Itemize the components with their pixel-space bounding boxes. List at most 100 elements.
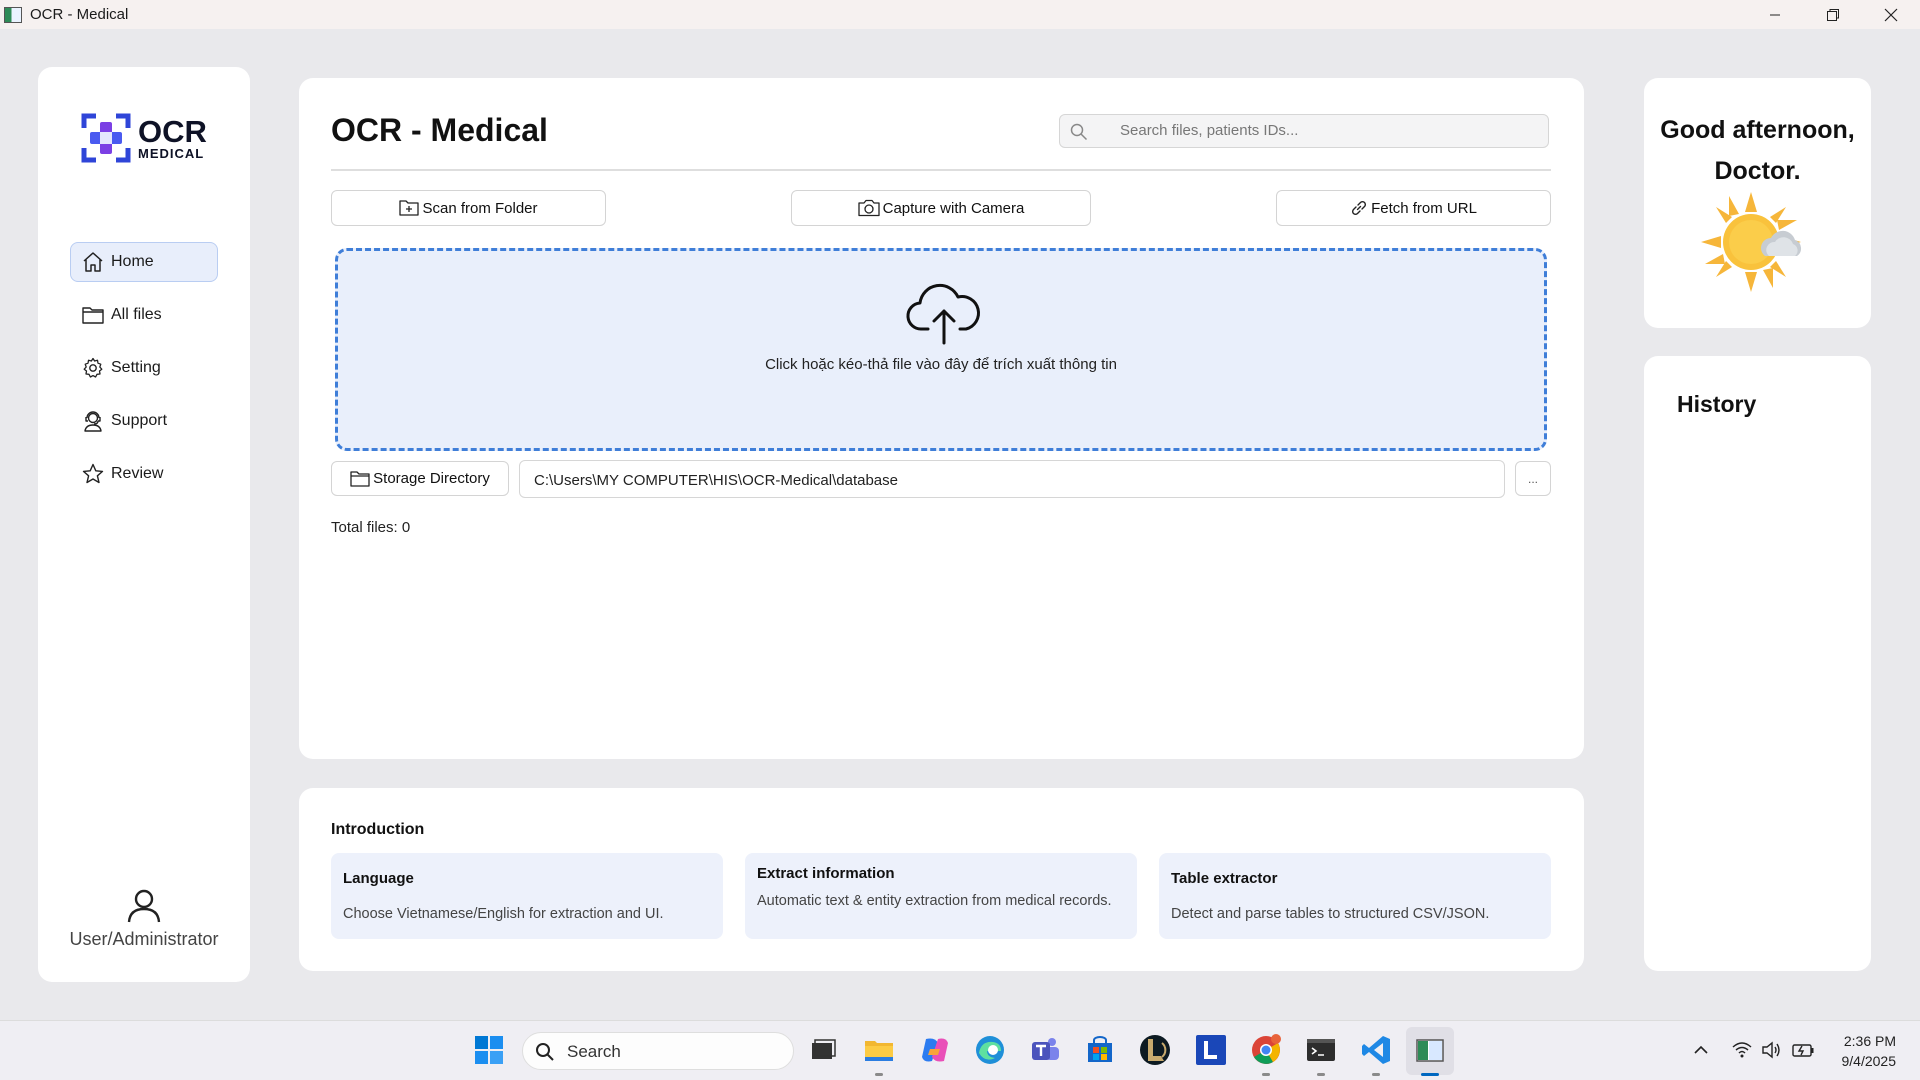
l-app-icon[interactable] <box>1194 1033 1228 1067</box>
window-titlebar: OCR - Medical <box>0 0 1920 29</box>
user-icon <box>127 889 161 923</box>
browse-button[interactable]: ... <box>1515 461 1551 496</box>
taskbar: Search 2:36 PM 9/4/2025 <box>0 1020 1920 1080</box>
total-files-text: Total files: 0 <box>331 519 411 536</box>
windows-start-icon[interactable] <box>472 1033 506 1067</box>
file-explorer-icon[interactable] <box>862 1033 896 1067</box>
restore-icon <box>1827 8 1839 21</box>
microsoft-store-icon[interactable] <box>1083 1033 1117 1067</box>
copilot-icon[interactable] <box>918 1033 952 1067</box>
taskbar-search-label: Search <box>567 1042 621 1061</box>
task-view-icon[interactable] <box>806 1033 840 1067</box>
sidebar-item-review[interactable]: Review <box>70 454 218 494</box>
sidebar-item-all-files[interactable]: All files <box>70 295 218 335</box>
scan-from-folder-button[interactable]: Scan from Folder <box>331 190 606 226</box>
vscode-icon[interactable] <box>1359 1033 1393 1067</box>
storage-directory-button[interactable]: Storage Directory <box>331 461 509 496</box>
greeting-line-2: Doctor. <box>1714 157 1801 185</box>
volume-icon[interactable] <box>1761 1039 1783 1061</box>
terminal-icon[interactable] <box>1304 1033 1338 1067</box>
sidebar-nav: Home All files Setting Support Review <box>70 242 218 507</box>
vscode-running-indicator <box>1372 1073 1380 1076</box>
sidebar-item-home[interactable]: Home <box>70 242 218 282</box>
logo-mark-icon <box>80 112 132 164</box>
gear-icon <box>83 357 103 378</box>
ocr-medical-app-icon[interactable] <box>1413 1033 1447 1067</box>
file-dropzone[interactable]: Click hoặc kéo-thả file vào đây để trích… <box>335 248 1547 451</box>
capture-with-camera-label: Capture with Camera <box>882 199 1025 217</box>
sidebar: OCR MEDICAL Home All files Setting Suppo… <box>38 67 250 982</box>
feature-description: Detect and parse tables to structured CS… <box>1171 906 1490 922</box>
feature-card-language: Language Choose Vietnamese/English for e… <box>331 853 723 939</box>
support-agent-icon <box>84 411 102 432</box>
feature-title: Language <box>343 870 414 887</box>
sidebar-item-support[interactable]: Support <box>70 401 218 441</box>
sidebar-item-label: Review <box>111 465 164 482</box>
window-title: OCR - Medical <box>30 6 129 23</box>
greeting-line-1: Good afternoon, <box>1660 116 1855 144</box>
sidebar-item-label: Home <box>111 253 154 270</box>
folder-icon <box>82 307 104 324</box>
history-title: History <box>1677 391 1757 417</box>
app-logo: OCR MEDICAL <box>80 112 207 164</box>
chevron-up-icon[interactable] <box>1690 1039 1712 1061</box>
search-icon <box>1070 123 1088 141</box>
app-icon <box>4 6 22 23</box>
logo-subtitle: MEDICAL <box>138 146 205 161</box>
greeting-panel: Good afternoon, Doctor. <box>1644 78 1871 328</box>
file-explorer-running-indicator <box>875 1073 883 1076</box>
storage-path-input[interactable] <box>532 471 1486 490</box>
feature-description: Choose Vietnamese/English for extraction… <box>343 906 664 922</box>
storage-path-field[interactable] <box>519 460 1505 498</box>
clock-time: 2:36 PM <box>1843 1033 1896 1049</box>
chrome-icon[interactable] <box>1249 1033 1283 1067</box>
page-title: OCR - Medical <box>331 112 548 148</box>
logo-title: OCR <box>138 114 207 149</box>
battery-icon[interactable] <box>1791 1039 1815 1061</box>
home-icon <box>83 252 103 272</box>
chrome-running-indicator <box>1262 1073 1270 1076</box>
scan-from-folder-label: Scan from Folder <box>422 199 538 217</box>
folder-plus-icon <box>399 200 420 216</box>
feature-card-table-extractor: Table extractor Detect and parse tables … <box>1159 853 1551 939</box>
user-label: User/Administrator <box>69 929 219 949</box>
header-divider <box>331 169 1551 171</box>
restore-button[interactable] <box>1804 0 1862 29</box>
folder-icon <box>350 470 370 487</box>
cloud-upload-icon <box>906 283 980 345</box>
terminal-running-indicator <box>1317 1073 1325 1076</box>
edge-browser-icon[interactable] <box>973 1033 1007 1067</box>
feature-title: Extract information <box>757 865 895 882</box>
sidebar-item-label: Support <box>111 412 168 429</box>
taskbar-clock[interactable]: 2:36 PM 9/4/2025 <box>1842 1031 1897 1071</box>
clock-date: 9/4/2025 <box>1841 1053 1897 1069</box>
ocr-medical-active-indicator <box>1421 1073 1439 1076</box>
user-profile[interactable]: User/Administrator <box>38 887 250 950</box>
minimize-icon <box>1770 14 1780 15</box>
feature-card-extract-information: Extract information Automatic text & ent… <box>745 853 1137 939</box>
feature-title: Table extractor <box>1171 870 1278 887</box>
capture-with-camera-button[interactable]: Capture with Camera <box>791 190 1091 226</box>
introduction-panel: Introduction Language Choose Vietnamese/… <box>299 788 1584 971</box>
league-client-icon[interactable] <box>1138 1033 1172 1067</box>
close-icon <box>1884 8 1898 21</box>
introduction-title: Introduction <box>331 821 425 838</box>
fetch-from-url-button[interactable]: Fetch from URL <box>1276 190 1551 226</box>
teams-icon[interactable] <box>1028 1033 1062 1067</box>
sidebar-item-setting[interactable]: Setting <box>70 348 218 388</box>
camera-icon <box>857 199 880 217</box>
dropzone-text: Click hoặc kéo-thả file vào đây để trích… <box>765 356 1117 373</box>
sidebar-item-label: Setting <box>111 359 161 376</box>
link-icon <box>1352 200 1367 216</box>
taskbar-search[interactable]: Search <box>522 1032 794 1070</box>
feature-description: Automatic text & entity extraction from … <box>757 893 1112 909</box>
close-button[interactable] <box>1862 0 1920 29</box>
main-panel: OCR - Medical Scan from Folder Capture w… <box>299 78 1584 759</box>
wifi-icon[interactable] <box>1731 1039 1753 1061</box>
search-box[interactable] <box>1059 114 1549 148</box>
sun-cloud-icon <box>1701 192 1802 292</box>
search-input[interactable] <box>1118 121 1542 140</box>
search-icon <box>536 1043 554 1061</box>
minimize-button[interactable] <box>1746 0 1804 29</box>
greeting-text: Good afternoon, Doctor. <box>1644 110 1871 192</box>
